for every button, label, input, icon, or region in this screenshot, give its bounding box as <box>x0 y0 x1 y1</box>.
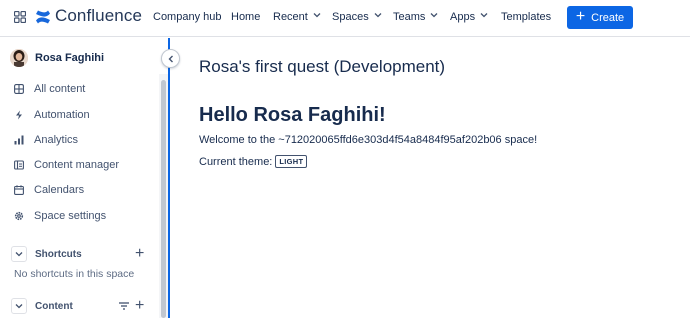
create-button-label: Create <box>591 11 625 24</box>
app-switcher-icon[interactable] <box>14 11 26 23</box>
add-content-button[interactable]: + <box>135 298 144 314</box>
shortcuts-toggle[interactable] <box>11 246 27 262</box>
chevron-left-icon <box>168 55 173 62</box>
chevron-down-icon <box>15 252 23 257</box>
plus-icon: + <box>575 7 586 25</box>
nav-apps[interactable]: Apps <box>450 11 488 23</box>
content-toggle[interactable] <box>11 298 27 314</box>
product-name[interactable]: Confluence <box>55 6 142 26</box>
content-manager-icon <box>14 160 24 170</box>
lightning-icon <box>16 110 22 120</box>
theme-badge: LIGHT <box>275 155 308 168</box>
nav-teams[interactable]: Teams <box>393 11 438 23</box>
theme-line: Current theme: LIGHT <box>199 155 308 168</box>
profile-name: Rosa Faghihi <box>35 52 105 64</box>
sidebar-item-calendars[interactable]: Calendars <box>14 184 84 196</box>
confluence-logo-icon[interactable] <box>35 9 51 25</box>
nav-recent[interactable]: Recent <box>273 11 321 23</box>
chevron-down-icon <box>374 13 382 18</box>
nav-templates[interactable]: Templates <box>501 11 551 23</box>
content-section-header: Content <box>11 298 73 314</box>
add-shortcut-button[interactable]: + <box>135 246 144 262</box>
theme-label: Current theme: <box>199 155 273 168</box>
sidebar-resize-handle[interactable] <box>168 38 170 318</box>
nav-company-hub[interactable]: Company hub <box>153 11 222 23</box>
nav-spaces[interactable]: Spaces <box>332 11 382 23</box>
content-label: Content <box>35 300 73 312</box>
filter-icon[interactable] <box>118 300 130 312</box>
gear-icon <box>14 211 24 221</box>
avatar <box>10 49 28 67</box>
shortcuts-empty-message: No shortcuts in this space <box>14 268 135 280</box>
shortcuts-section-header: Shortcuts <box>11 246 82 262</box>
sidebar-item-content-manager[interactable]: Content manager <box>14 159 119 171</box>
all-content-icon <box>14 84 24 94</box>
chevron-down-icon <box>15 304 23 309</box>
top-navigation: Confluence Company hub Home Recent Space… <box>0 0 690 37</box>
create-button[interactable]: + Create <box>567 6 633 29</box>
sidebar-item-all-content[interactable]: All content <box>14 83 85 95</box>
welcome-text: Welcome to the ~712020065ffd6e303d4f54a8… <box>199 134 538 146</box>
page-title: Rosa's first quest (Development) <box>199 57 446 76</box>
nav-home[interactable]: Home <box>231 11 260 23</box>
chart-icon <box>14 135 24 145</box>
sidebar-item-automation[interactable]: Automation <box>14 109 90 121</box>
calendar-icon <box>14 185 24 195</box>
sidebar-item-analytics[interactable]: Analytics <box>14 134 78 146</box>
space-owner-profile[interactable]: Rosa Faghihi <box>10 49 104 67</box>
page-heading: Hello Rosa Faghihi! <box>199 104 386 126</box>
chevron-down-icon <box>480 13 488 18</box>
chevron-down-icon <box>313 13 321 18</box>
shortcuts-label: Shortcuts <box>35 248 82 260</box>
sidebar-item-space-settings[interactable]: Space settings <box>14 210 106 222</box>
collapse-sidebar-button[interactable] <box>161 49 180 68</box>
sidebar-scrollbar-thumb[interactable] <box>161 80 166 318</box>
chevron-down-icon <box>430 13 438 18</box>
